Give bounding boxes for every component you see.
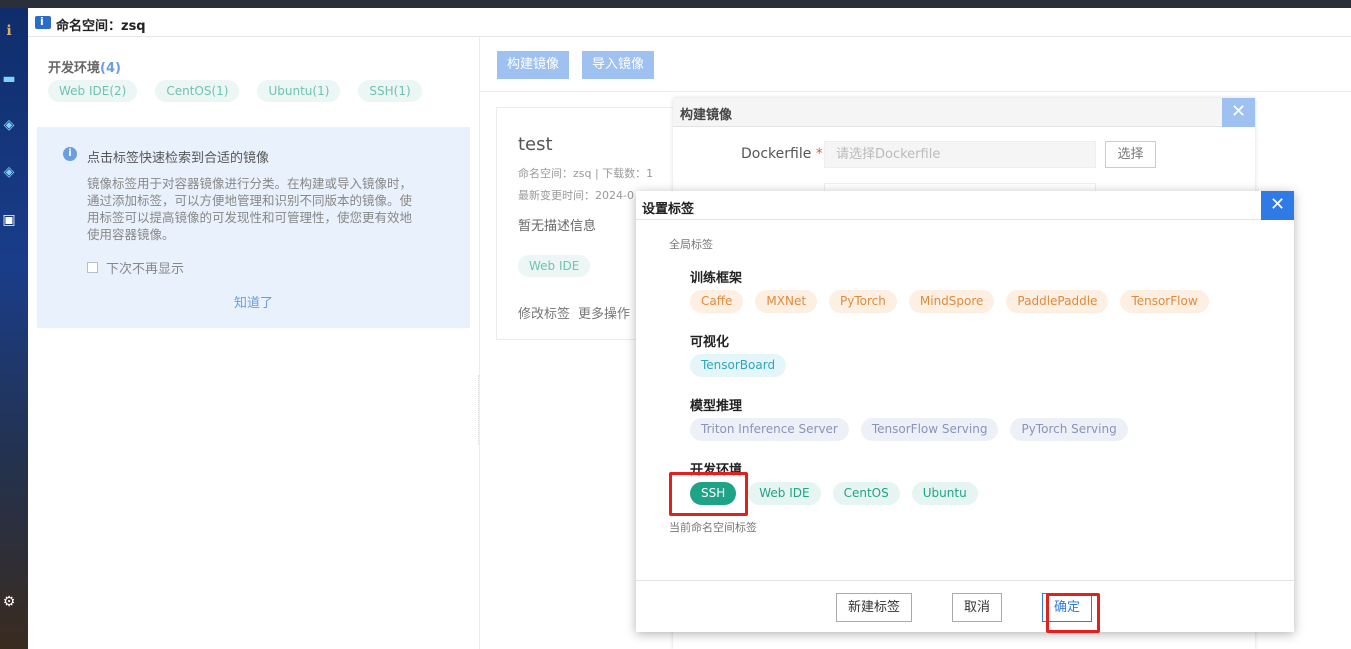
app-icon[interactable]: ▣ [0, 211, 18, 229]
desktop-side-rail: ℹ ▬ ◈ ◈ ▣ ⚙ [0, 8, 28, 649]
category-title-inference: 模型推理 [690, 399, 743, 414]
highlight-frame-ssh [669, 472, 748, 516]
checkbox-label: 下次不再显示 [106, 262, 185, 277]
namespace-tags-label: 当前命名空间标签 [669, 521, 757, 534]
tip-title: 点击标签快速检索到合适的镜像 [87, 151, 270, 166]
tag-mindspore[interactable]: MindSpore [908, 290, 995, 313]
filter-chips: Web IDE(2) CentOS(1) Ubuntu(1) SSH(1) [48, 80, 422, 102]
tip-body: 镜像标签用于对容器镜像进行分类。在构建或导入镜像时，通过添加标签，可以方便地管理… [87, 176, 413, 242]
tag-dialog-header: 设置标签 ✕ [636, 191, 1294, 220]
tag-caffe[interactable]: Caffe [690, 290, 744, 313]
tag-row-visualization: TensorBoard [690, 354, 787, 377]
card-title: test [518, 134, 553, 155]
settings-icon[interactable]: ⚙ [0, 593, 18, 611]
tag-triton[interactable]: Triton Inference Server [690, 418, 849, 441]
window-icon [35, 15, 51, 29]
close-icon[interactable]: ✕ [1222, 98, 1255, 127]
tag-webide[interactable]: Web IDE [748, 482, 821, 505]
info-icon[interactable]: ℹ [0, 22, 18, 40]
tag-centos[interactable]: CentOS [832, 482, 900, 505]
card-tag[interactable]: Web IDE [518, 255, 591, 277]
got-it-link[interactable]: 知道了 [37, 292, 470, 311]
filter-chip-ubuntu[interactable]: Ubuntu(1) [257, 80, 341, 102]
filter-chip-ssh[interactable]: SSH(1) [358, 80, 422, 102]
chat-icon[interactable]: ▬ [0, 70, 18, 88]
tag-pytorch-serving[interactable]: PyTorch Serving [1010, 418, 1128, 441]
tip-box: i 点击标签快速检索到合适的镜像 镜像标签用于对容器镜像进行分类。在构建或导入镜… [37, 127, 470, 328]
filter-chip-centos[interactable]: CentOS(1) [155, 80, 240, 102]
import-image-button[interactable]: 导入镜像 [582, 51, 655, 79]
filter-chip-webide[interactable]: Web IDE(2) [48, 80, 138, 102]
layers-icon[interactable]: ◈ [0, 163, 18, 181]
dialog-footer-divider [636, 580, 1294, 581]
cube-stack-icon[interactable]: ◈ [0, 116, 18, 134]
info-icon: i [63, 147, 77, 161]
build-dialog-header: 构建镜像 ✕ [673, 98, 1255, 127]
tag-tf-serving[interactable]: TensorFlow Serving [860, 418, 999, 441]
dockerfile-label: Dockerfile * [741, 146, 823, 162]
toolbar-divider [480, 91, 1351, 92]
dont-show-again-checkbox[interactable]: 下次不再显示 [87, 258, 184, 277]
dockerfile-input[interactable]: 请选择Dockerfile [824, 141, 1096, 168]
tag-paddlepaddle[interactable]: PaddlePaddle [1006, 290, 1109, 313]
new-tag-button[interactable]: 新建标签 [836, 593, 913, 622]
set-tags-dialog: 设置标签 ✕ 全局标签 训练框架 Caffe MXNet PyTorch Min… [636, 191, 1294, 632]
card-actions: 修改标签 更多操作 [518, 303, 630, 322]
build-dialog-title: 构建镜像 [680, 108, 733, 123]
second-field[interactable] [824, 183, 1096, 191]
checkbox-box[interactable] [87, 262, 98, 273]
tag-pytorch[interactable]: PyTorch [829, 290, 897, 313]
tag-row-inference: Triton Inference Server TensorFlow Servi… [690, 418, 1128, 441]
card-meta-updated: 最新变更时间：2024-0 [518, 189, 634, 202]
tag-row-training: Caffe MXNet PyTorch MindSpore PaddlePadd… [690, 290, 1209, 313]
category-title-visualization: 可视化 [690, 335, 730, 350]
tag-tensorboard[interactable]: TensorBoard [690, 354, 787, 377]
window-titlebar: 命名空间：zsq [28, 8, 1351, 37]
window-title: 命名空间：zsq [56, 19, 146, 34]
tag-mxnet[interactable]: MXNet [755, 290, 818, 313]
select-dockerfile-button[interactable]: 选择 [1105, 141, 1156, 168]
more-actions-link[interactable]: 更多操作 [578, 303, 630, 322]
close-icon[interactable]: ✕ [1261, 191, 1294, 220]
top-bar [0, 0, 1351, 8]
filter-title: 开发环境(4) [48, 61, 121, 76]
edit-tags-link[interactable]: 修改标签 [518, 303, 570, 322]
panel-splitter[interactable] [478, 375, 482, 445]
card-meta-namespace: 命名空间：zsq | 下载数：1 [518, 167, 654, 180]
build-image-button[interactable]: 构建镜像 [497, 51, 570, 79]
global-tags-label: 全局标签 [669, 238, 713, 251]
tag-dialog-title: 设置标签 [642, 202, 695, 217]
tag-ubuntu[interactable]: Ubuntu [911, 482, 978, 505]
tag-tensorflow[interactable]: TensorFlow [1120, 290, 1209, 313]
card-description: 暂无描述信息 [518, 219, 597, 234]
filter-panel: 开发环境(4) Web IDE(2) CentOS(1) Ubuntu(1) S… [28, 37, 480, 649]
cancel-button[interactable]: 取消 [952, 593, 1003, 622]
highlight-frame-confirm [1046, 593, 1100, 633]
category-title-training: 训练框架 [690, 271, 743, 286]
